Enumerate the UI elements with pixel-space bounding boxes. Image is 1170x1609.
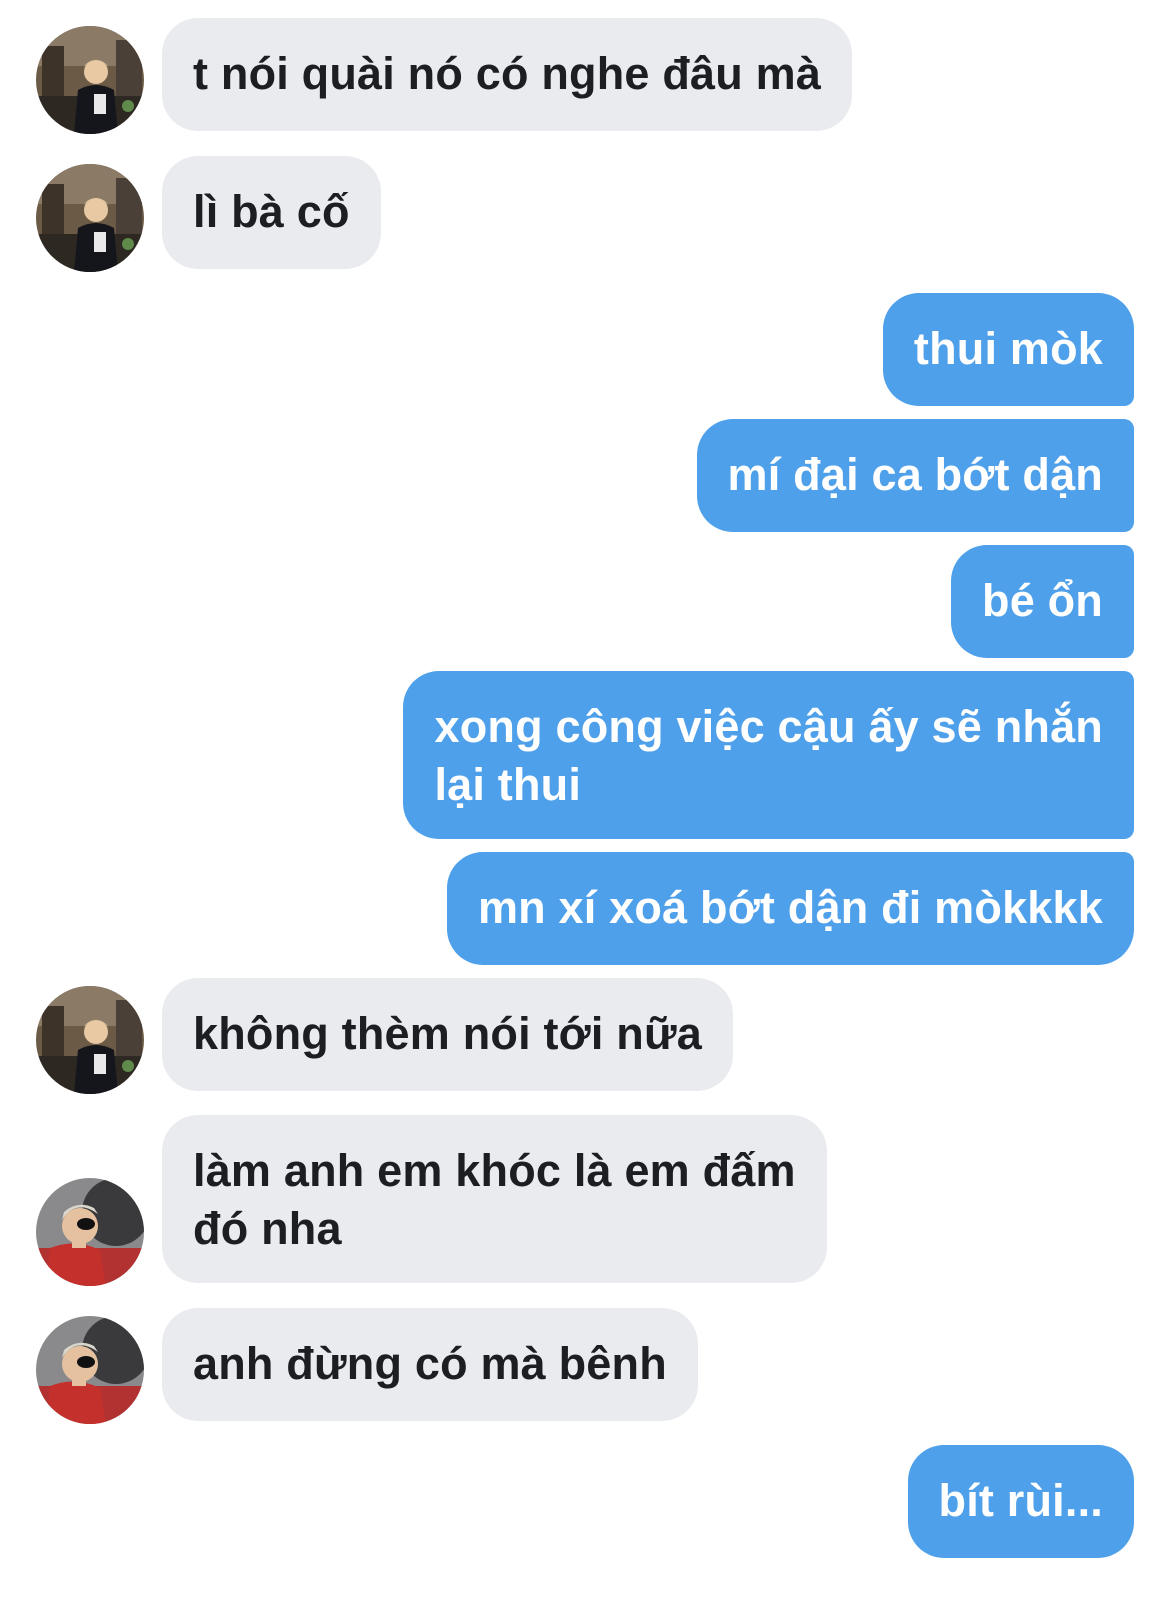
message-text: làm anh em khóc là em đấm [193, 1145, 796, 1196]
message-text: t nói quài nó có nghe đâu mà [193, 48, 822, 99]
message-bubble[interactable]: bé ổn [951, 545, 1134, 658]
message-bubble[interactable]: bít rùi... [907, 1445, 1134, 1558]
avatar-icon[interactable] [36, 164, 144, 272]
message-text: thui mòk [913, 323, 1103, 374]
message-text: xong công việc cậu ấy sẽ nhắn [434, 701, 1103, 752]
message-bubble[interactable]: mn xí xoá bớt dận đi mòkkkk [446, 852, 1134, 965]
avatar-icon[interactable] [36, 26, 144, 134]
message-bubble[interactable]: xong công việc cậu ấy sẽ nhắn lại thui [403, 671, 1134, 839]
message-text: bít rùi... [938, 1475, 1103, 1526]
message-bubble[interactable]: lì bà cố [162, 156, 381, 269]
message-text: lại thui [434, 759, 582, 810]
message-bubble[interactable]: thui mòk [882, 293, 1134, 406]
message-bubble[interactable]: mí đại ca bớt dận [696, 419, 1134, 532]
message-text: mí đại ca bớt dận [727, 449, 1103, 500]
avatar-icon[interactable] [36, 1178, 144, 1286]
message-bubble[interactable]: t nói quài nó có nghe đâu mà [162, 18, 853, 131]
message-text: anh đừng có mà bênh [193, 1338, 667, 1389]
message-text: không thèm nói tới nữa [193, 1008, 702, 1059]
message-bubble[interactable]: không thèm nói tới nữa [162, 978, 733, 1091]
message-text: đó nha [193, 1203, 342, 1254]
message-text: lì bà cố [193, 186, 350, 237]
message-text: bé ổn [982, 575, 1103, 626]
message-bubble[interactable]: làm anh em khóc là em đấm đó nha [162, 1115, 827, 1283]
message-text: mn xí xoá bớt dận đi mòkkkk [477, 882, 1103, 933]
avatar-icon[interactable] [36, 1316, 144, 1424]
message-bubble[interactable]: anh đừng có mà bênh [162, 1308, 698, 1421]
avatar-icon[interactable] [36, 986, 144, 1094]
